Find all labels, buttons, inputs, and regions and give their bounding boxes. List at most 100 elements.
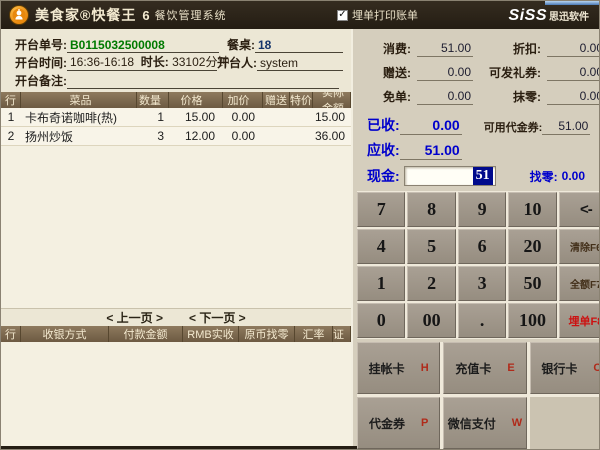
- key-6[interactable]: 6: [458, 229, 506, 264]
- key-20[interactable]: 20: [508, 229, 556, 264]
- info-row-remark: 开台备注:: [15, 71, 343, 89]
- title-bar: 美食家®快餐王 6 餐饮管理系统 埋单打印账单 SiSS 思迅软件: [1, 1, 599, 29]
- key-00[interactable]: 00: [407, 303, 455, 338]
- key-5[interactable]: 5: [407, 229, 455, 264]
- col-amount: 实际金额: [313, 92, 351, 108]
- col-paid-amount: 付款金额: [109, 326, 183, 342]
- rounding-label: 抹零:: [479, 88, 541, 105]
- change-value: 0.00: [562, 169, 585, 183]
- received-value: 0.00: [400, 117, 462, 135]
- cell-markup: 0.00: [223, 110, 263, 124]
- key-8[interactable]: 8: [407, 192, 455, 227]
- key-2[interactable]: 2: [407, 266, 455, 301]
- col-rate: 汇率: [295, 326, 333, 342]
- backspace-key[interactable]: <-: [559, 192, 600, 227]
- col-dish: 菜品: [21, 92, 137, 108]
- cell-qty: 1: [137, 110, 169, 124]
- pagination: < 上一页 > < 下一页 >: [1, 309, 351, 326]
- free-value: 0.00: [417, 89, 473, 105]
- cell-markup: 0.00: [223, 129, 263, 143]
- discount-value: 0.00: [547, 41, 600, 57]
- key-4[interactable]: 4: [357, 229, 405, 264]
- clear-f6-key[interactable]: 清除F6: [559, 229, 600, 264]
- vendor-brand-suffix: 思迅软件: [549, 8, 589, 23]
- bank-card-button[interactable]: 银行卡 C: [530, 342, 600, 394]
- shortcut-key: P: [421, 417, 428, 429]
- operator-value: system: [257, 56, 343, 71]
- rounding-value: 0.00: [547, 89, 600, 105]
- key-9[interactable]: 9: [458, 192, 506, 227]
- info-row-time: 开台时间: 16:36-16:18 时长: 33102分钟 开台人: syste…: [15, 53, 343, 71]
- cell-dish: 卡布奇诺咖啡(热): [21, 109, 137, 126]
- order-row-1[interactable]: 1 卡布奇诺咖啡(热) 1 15.00 0.00 15.00: [1, 108, 351, 127]
- open-time-label: 开台时间:: [15, 54, 67, 71]
- credit-card-button[interactable]: 挂帐卡 H: [357, 342, 440, 394]
- table-label: 餐桌:: [227, 36, 255, 53]
- key-3[interactable]: 3: [458, 266, 506, 301]
- shortcut-key: C: [593, 362, 600, 374]
- amount-summary: 消费: 51.00 折扣: 0.00 赠送: 0.00 可发礼券: 0.00 免…: [357, 33, 600, 111]
- voucher-label: 可用代金券:: [484, 119, 543, 135]
- order-panel: 开台单号: B0115032500008 餐桌: 18 开台时间: 16:36-…: [1, 29, 353, 446]
- stored-value-card-button[interactable]: 充值卡 E: [443, 342, 526, 394]
- next-page-button[interactable]: < 下一页 >: [189, 309, 246, 326]
- key-dot[interactable]: .: [458, 303, 506, 338]
- app-version: 6: [142, 8, 149, 23]
- discount-label: 折扣:: [479, 40, 541, 57]
- vendor-logo: SiSS 思迅软件: [509, 1, 589, 29]
- wechat-pay-button[interactable]: 微信支付 W: [443, 397, 526, 449]
- order-row-2[interactable]: 2 扬州炒饭 3 12.00 0.00 36.00: [1, 127, 351, 146]
- cash-input[interactable]: 51: [404, 166, 496, 186]
- due-value: 51.00: [400, 142, 462, 160]
- key-0[interactable]: 0: [357, 303, 405, 338]
- key-1[interactable]: 1: [357, 266, 405, 301]
- full-amount-f7-key[interactable]: 全额F7: [559, 266, 600, 301]
- cell-dish: 扬州炒饭: [21, 128, 137, 145]
- col-qty: 数量: [137, 92, 169, 108]
- cash-input-value: 51: [473, 167, 493, 185]
- operator-label: 开台人:: [217, 54, 257, 71]
- empty-button-slot: [530, 397, 600, 449]
- info-row-bill: 开台单号: B0115032500008 餐桌: 18: [15, 35, 343, 53]
- consume-value: 51.00: [417, 41, 473, 57]
- table-no-value: 18: [255, 38, 343, 53]
- col-gift: 赠送: [263, 92, 290, 108]
- background-window-sliver: [545, 1, 599, 5]
- settle-f8-key[interactable]: 埋单F8: [559, 303, 600, 338]
- vendor-brand: SiSS: [509, 7, 547, 25]
- bill-no-value: B0115032500008: [67, 38, 219, 53]
- checkout-panel: 消费: 51.00 折扣: 0.00 赠送: 0.00 可发礼券: 0.00 免…: [353, 29, 600, 446]
- col-line: 行: [1, 92, 21, 108]
- remark-value[interactable]: [67, 88, 339, 89]
- remark-label: 开台备注:: [15, 72, 67, 89]
- key-50[interactable]: 50: [508, 266, 556, 301]
- coupon-issue-value: 0.00: [547, 65, 600, 81]
- numeric-keypad: 7 8 9 10 <- 4 5 6 20 清除F6 1 2 3 50 全额F7 …: [357, 191, 600, 339]
- due-label: 应收:: [367, 140, 400, 160]
- col-rmb-received: RMB实收: [183, 326, 239, 342]
- cell-amount: 15.00: [313, 110, 351, 124]
- prev-page-button[interactable]: < 上一页 >: [106, 309, 163, 326]
- bill-no-label: 开台单号:: [15, 36, 67, 53]
- voucher-button[interactable]: 代金券 P: [357, 397, 440, 449]
- key-100[interactable]: 100: [508, 303, 556, 338]
- shortcut-key: W: [512, 417, 522, 429]
- checkbox-checked-icon[interactable]: [337, 10, 348, 21]
- coupon-issue-label: 可发礼券:: [479, 64, 541, 81]
- col-voucher-no: 凭证号: [333, 326, 351, 342]
- print-bill-checkbox[interactable]: 埋单打印账单: [337, 1, 418, 29]
- cash-row: 现金: 51 找零: 0.00: [357, 162, 600, 191]
- cell-amount: 36.00: [313, 129, 351, 143]
- consume-label: 消费:: [367, 40, 411, 57]
- key-7[interactable]: 7: [357, 192, 405, 227]
- key-10[interactable]: 10: [508, 192, 556, 227]
- app-title: 美食家®快餐王: [35, 5, 136, 25]
- received-row: 已收: 0.00 可用代金券: 51.00: [357, 111, 600, 135]
- open-time-value: 16:36-16:18 时长: 33102分钟: [67, 53, 217, 71]
- col-orig-change: 原币找零: [239, 326, 295, 342]
- cell-price: 15.00: [169, 110, 223, 124]
- received-label: 已收:: [367, 115, 400, 135]
- main-area: 开台单号: B0115032500008 餐桌: 18 开台时间: 16:36-…: [1, 29, 599, 446]
- app-logo-icon: [9, 5, 29, 25]
- gift-value: 0.00: [417, 65, 473, 81]
